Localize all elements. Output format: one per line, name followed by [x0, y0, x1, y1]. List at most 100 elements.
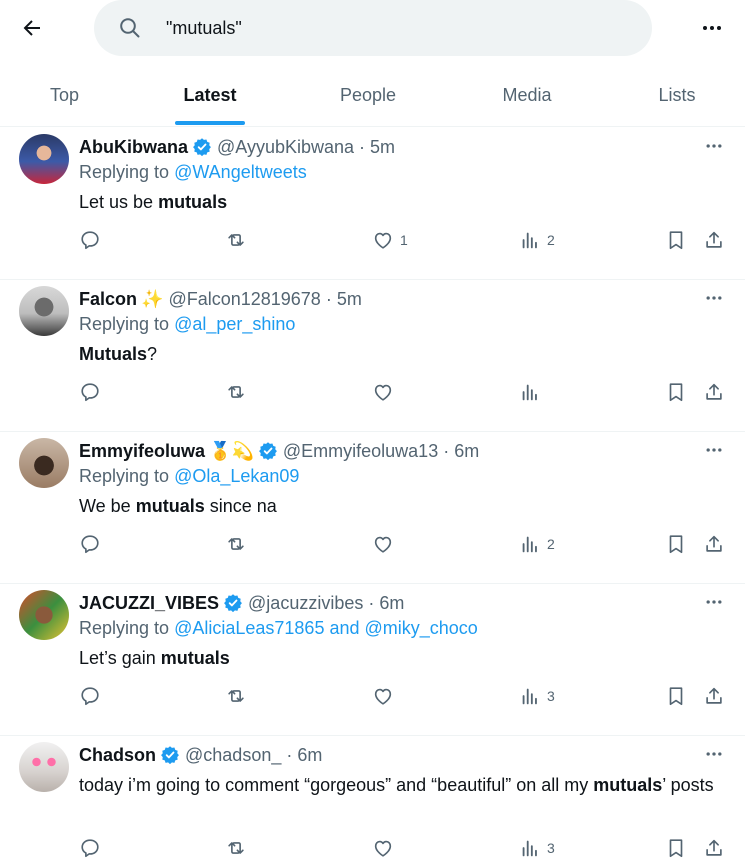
tweet-more-button[interactable]	[700, 742, 728, 766]
tweet-time[interactable]: · 6m	[443, 441, 479, 462]
reply-icon	[81, 231, 99, 250]
avatar[interactable]	[19, 438, 69, 488]
replying-to-label: Replying to	[79, 618, 170, 638]
author-handle[interactable]: @chadson_	[185, 745, 281, 766]
like-icon	[374, 232, 392, 249]
reply-mention-link[interactable]: @Ola_Lekan09	[174, 466, 299, 486]
replying-to-label: Replying to	[79, 466, 170, 486]
tweet-text-part: We be	[79, 496, 136, 516]
tab-lists[interactable]: Lists	[609, 64, 745, 126]
tweet[interactable]: JACUZZI_VIBES @jacuzzivibes · 6m Replying t…	[0, 584, 745, 736]
reply-mention-link[interactable]: @al_per_shino	[174, 314, 295, 334]
views-button[interactable]: 3	[519, 834, 555, 859]
tweet-more-button[interactable]	[700, 286, 728, 310]
tweet-text-part: ?	[147, 344, 158, 364]
view-count: 2	[547, 536, 555, 552]
avatar[interactable]	[19, 286, 69, 336]
reply-button[interactable]	[79, 682, 101, 710]
bookmark-icon	[669, 687, 683, 706]
view-count: 2	[547, 232, 555, 248]
reply-button[interactable]	[79, 530, 101, 558]
retweet-button[interactable]	[225, 834, 247, 859]
author-handle[interactable]: @Emmyifeoluwa13	[283, 441, 438, 462]
like-button[interactable]: 1	[372, 226, 408, 254]
tweet-time[interactable]: · 6m	[286, 745, 322, 766]
reply-mention-link[interactable]: @WAngeltweets	[174, 162, 307, 182]
reply-button[interactable]	[79, 834, 101, 859]
share-button[interactable]	[703, 226, 725, 254]
bookmark-button[interactable]	[665, 530, 687, 558]
tweet-text-part: since na	[204, 496, 277, 516]
reply-button[interactable]	[79, 378, 101, 406]
search-icon	[120, 18, 140, 38]
retweet-button[interactable]	[225, 530, 247, 558]
author-handle[interactable]: @jacuzzivibes	[248, 593, 363, 614]
author-name[interactable]: Chadson	[79, 745, 156, 766]
bookmark-button[interactable]	[665, 682, 687, 710]
search-input[interactable]	[166, 14, 626, 42]
bookmark-button[interactable]	[665, 378, 687, 406]
tweet-time[interactable]: · 5m	[359, 137, 395, 158]
share-button[interactable]	[703, 530, 725, 558]
avatar[interactable]	[19, 742, 69, 792]
share-icon	[706, 383, 722, 400]
tweet-time[interactable]: · 6m	[368, 593, 404, 614]
share-button[interactable]	[703, 682, 725, 710]
tweet-actions	[0, 378, 745, 408]
bookmark-button[interactable]	[665, 834, 687, 859]
tweet[interactable]: Emmyifeoluwa 🥇💫 @Emmyifeoluwa13 · 6m Replyin…	[0, 432, 745, 584]
author-name[interactable]: JACUZZI_VIBES	[79, 593, 219, 614]
tweet[interactable]: AbuKibwana @AyyubKibwana · 5m Replying to @…	[0, 128, 745, 280]
verified-badge-icon	[161, 746, 179, 765]
tweet-text-part: ’ posts	[662, 775, 714, 795]
like-button[interactable]	[372, 378, 400, 406]
retweet-button[interactable]	[225, 226, 247, 254]
bookmark-button[interactable]	[665, 226, 687, 254]
tab-people[interactable]: People	[291, 64, 445, 126]
like-icon	[374, 536, 392, 553]
tweet[interactable]: Falcon ✨ @Falcon12819678 · 5m Replying to @a…	[0, 280, 745, 432]
author-name[interactable]: Emmyifeoluwa	[79, 441, 205, 462]
tweet-more-button[interactable]	[700, 438, 728, 462]
tab-top[interactable]: Top	[0, 64, 129, 126]
retweet-icon	[228, 386, 244, 398]
author-name[interactable]: AbuKibwana	[79, 137, 188, 158]
tweet[interactable]: Chadson @chadson_ · 6m today i’m going to c…	[0, 736, 745, 859]
tweet-more-button[interactable]	[700, 134, 728, 158]
views-button[interactable]: 2	[519, 530, 555, 558]
avatar[interactable]	[19, 590, 69, 640]
tab-media[interactable]: Media	[445, 64, 609, 126]
author-name[interactable]: Falcon	[79, 289, 137, 310]
views-button[interactable]	[519, 378, 547, 406]
views-icon	[522, 840, 537, 857]
retweet-button[interactable]	[225, 378, 247, 406]
retweet-button[interactable]	[225, 682, 247, 710]
more-options-button[interactable]	[694, 10, 730, 46]
verified-badge-icon	[193, 138, 211, 157]
reply-mention-link[interactable]: @AliciaLeas71865 and @miky_choco	[174, 618, 478, 638]
search-box[interactable]	[94, 0, 652, 56]
like-button[interactable]	[372, 682, 400, 710]
more-icon	[706, 448, 722, 452]
view-count: 3	[547, 688, 555, 704]
reply-button[interactable]	[79, 226, 101, 254]
back-button[interactable]	[14, 10, 50, 46]
view-count: 3	[547, 840, 555, 856]
author-handle[interactable]: @AyyubKibwana	[217, 137, 354, 158]
retweet-icon	[228, 690, 244, 702]
tweet-text: Let’s gain mutuals	[79, 646, 719, 671]
tweet-time[interactable]: · 5m	[326, 289, 362, 310]
like-icon	[374, 688, 392, 705]
share-button[interactable]	[703, 834, 725, 859]
author-handle[interactable]: @Falcon12819678	[168, 289, 320, 310]
tweet-more-button[interactable]	[700, 590, 728, 614]
like-button[interactable]	[372, 530, 400, 558]
share-button[interactable]	[703, 378, 725, 406]
like-button[interactable]	[372, 834, 400, 859]
tweet-actions: 3	[0, 682, 745, 712]
avatar[interactable]	[19, 134, 69, 184]
views-button[interactable]: 2	[519, 226, 555, 254]
tweet-header: Chadson @chadson_ · 6m	[79, 742, 322, 768]
tab-latest[interactable]: Latest	[129, 64, 291, 126]
views-button[interactable]: 3	[519, 682, 555, 710]
